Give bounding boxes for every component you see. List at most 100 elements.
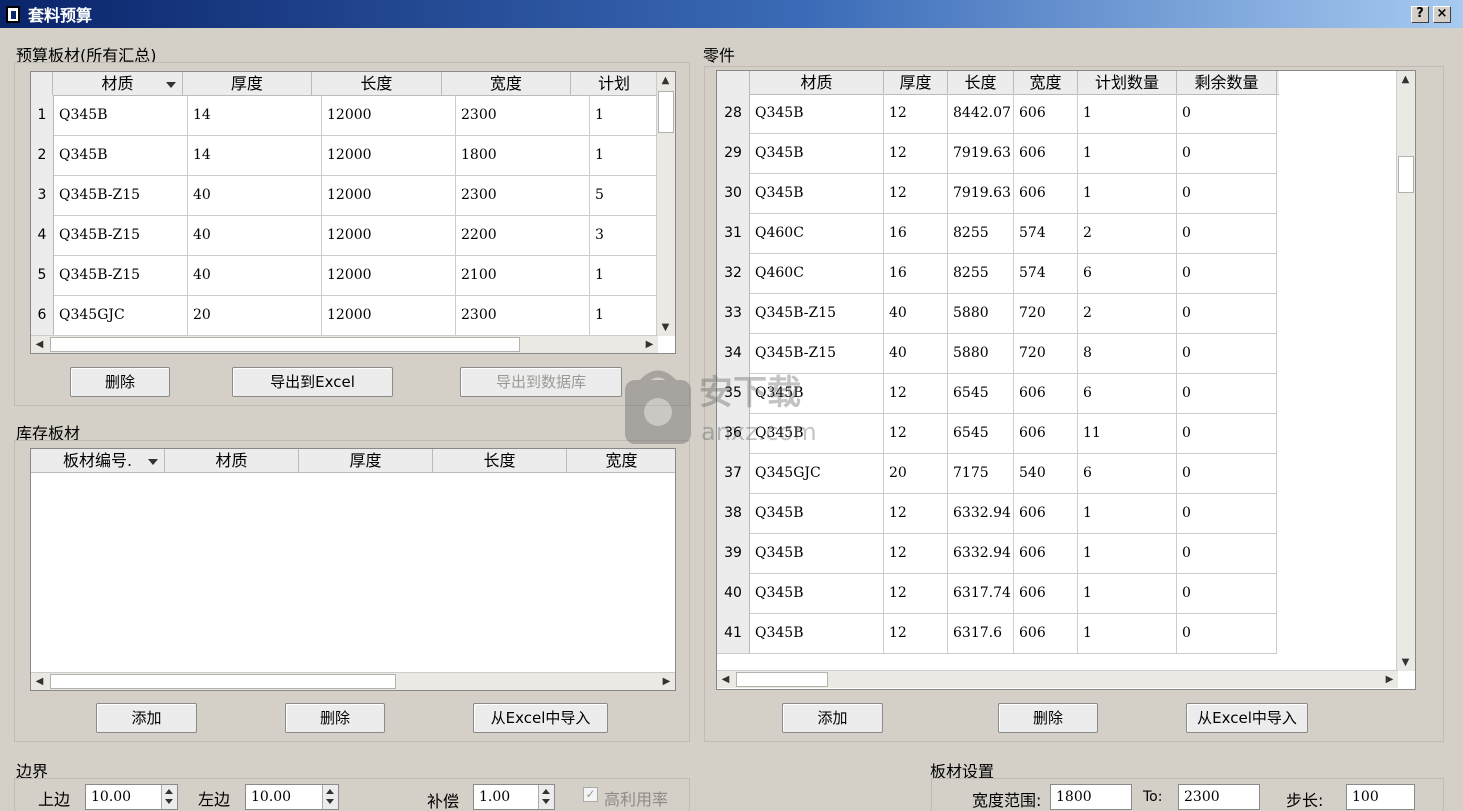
table-cell[interactable]: 0 [1177,133,1277,173]
table-row[interactable]: 33 Q345B-Z15 40 5880 720 2 0 [717,293,1277,334]
table-cell[interactable]: 1 [1078,493,1177,533]
table-cell[interactable]: Q345GJC [750,453,884,493]
comp-spinbox[interactable]: 1.00 [473,784,555,810]
table-row[interactable]: 5 Q345B-Z15 40 12000 2100 1 [31,255,675,296]
high-util-checkbox[interactable]: ✓ [583,787,598,802]
column-header[interactable]: 长度 [312,72,442,95]
table-cell[interactable]: Q345B [750,133,884,173]
column-header[interactable]: 剩余数量 [1177,71,1277,94]
table-cell[interactable]: Q345B-Z15 [54,175,188,215]
table-cell[interactable]: Q345B [750,93,884,133]
table-cell[interactable]: 0 [1177,293,1277,333]
table-cell[interactable]: 0 [1177,253,1277,293]
scroll-thumb[interactable] [50,337,520,352]
parts-vscroll[interactable]: ▲ ▼ [1396,71,1415,671]
table-cell[interactable]: 6317.6 [948,613,1014,653]
parts-add-button[interactable]: 添加 [782,703,883,733]
table-cell[interactable]: 606 [1014,573,1078,613]
table-row[interactable]: 28 Q345B 12 8442.07 606 1 0 [717,93,1277,134]
table-cell[interactable]: 40 [188,255,322,295]
column-header[interactable]: 厚度 [299,449,433,472]
table-cell[interactable]: 12000 [322,95,456,135]
table-cell[interactable]: 14 [188,95,322,135]
spin-buttons[interactable] [538,785,554,809]
column-header[interactable]: 计划数量 [1078,71,1177,94]
table-cell[interactable]: 606 [1014,533,1078,573]
table-cell[interactable]: 6545 [948,373,1014,413]
table-cell[interactable]: 40 [188,175,322,215]
table-row[interactable]: 32 Q460C 16 8255 574 6 0 [717,253,1277,294]
table-cell[interactable]: 7919.63 [948,133,1014,173]
scroll-right-arrow[interactable]: ▶ [641,336,658,353]
scroll-thumb[interactable] [736,672,828,687]
table-cell[interactable]: Q345B [54,95,188,135]
table-row[interactable]: 31 Q460C 16 8255 574 2 0 [717,213,1277,254]
step-input[interactable]: 100 [1346,784,1415,810]
table-row[interactable]: 6 Q345GJC 20 12000 2300 1 [31,295,675,336]
table-cell[interactable]: 6545 [948,413,1014,453]
table-cell[interactable]: 720 [1014,293,1078,333]
help-button[interactable]: ? [1411,6,1429,23]
table-cell[interactable]: 2 [1078,213,1177,253]
top-spinbox[interactable]: 10.00 [85,784,178,810]
table-cell[interactable]: 606 [1014,613,1078,653]
table-cell[interactable]: 16 [884,213,948,253]
table-cell[interactable]: Q345B [750,613,884,653]
table-cell[interactable]: 6332.94 [948,493,1014,533]
table-row[interactable]: 29 Q345B 12 7919.63 606 1 0 [717,133,1277,174]
table-cell[interactable]: Q345B [750,493,884,533]
table-cell[interactable]: 12 [884,413,948,453]
table-cell[interactable]: 20 [884,453,948,493]
table-cell[interactable]: 6 [1078,373,1177,413]
table-cell[interactable]: 574 [1014,253,1078,293]
budget-hscroll[interactable]: ◀ ▶ [31,335,658,353]
column-header[interactable]: 宽度 [567,449,675,472]
table-cell[interactable]: 606 [1014,173,1078,213]
table-cell[interactable]: 0 [1177,533,1277,573]
table-cell[interactable]: 2 [1078,293,1177,333]
table-cell[interactable]: 0 [1177,573,1277,613]
table-cell[interactable]: 40 [884,333,948,373]
table-cell[interactable]: Q345B [750,173,884,213]
column-header[interactable]: 厚度 [884,71,948,94]
table-cell[interactable]: 606 [1014,93,1078,133]
parts-delete-button[interactable]: 删除 [998,703,1098,733]
scroll-up-arrow[interactable]: ▲ [657,72,674,89]
table-cell[interactable]: 16 [884,253,948,293]
table-cell[interactable]: 8255 [948,213,1014,253]
table-row[interactable]: 38 Q345B 12 6332.94 606 1 0 [717,493,1277,534]
scroll-down-arrow[interactable]: ▼ [1397,654,1414,671]
column-header[interactable]: 厚度 [183,72,313,95]
scroll-right-arrow[interactable]: ▶ [658,673,675,690]
table-cell[interactable]: 606 [1014,133,1078,173]
table-cell[interactable]: 12000 [322,215,456,255]
table-cell[interactable]: 0 [1177,493,1277,533]
table-cell[interactable]: 1 [1078,173,1177,213]
budget-delete-button[interactable]: 删除 [70,367,170,397]
table-cell[interactable]: Q345B-Z15 [54,255,188,295]
table-cell[interactable]: 0 [1177,413,1277,453]
table-cell[interactable]: 606 [1014,373,1078,413]
width-from-input[interactable]: 1800 [1050,784,1132,810]
table-cell[interactable]: 574 [1014,213,1078,253]
table-cell[interactable]: 2100 [456,255,590,295]
table-row[interactable]: 37 Q345GJC 20 7175 540 6 0 [717,453,1277,494]
table-cell[interactable]: 2300 [456,175,590,215]
stock-import-button[interactable]: 从Excel中导入 [473,703,608,733]
table-cell[interactable]: 12000 [322,295,456,335]
scroll-left-arrow[interactable]: ◀ [717,671,734,688]
table-cell[interactable]: 0 [1177,373,1277,413]
table-cell[interactable]: 1 [1078,613,1177,653]
column-header[interactable]: 材质 [750,71,884,94]
table-row[interactable]: 41 Q345B 12 6317.6 606 1 0 [717,613,1277,654]
table-row[interactable]: 1 Q345B 14 12000 2300 1 [31,95,675,136]
table-row[interactable]: 30 Q345B 12 7919.63 606 1 0 [717,173,1277,214]
table-cell[interactable]: 2300 [456,295,590,335]
scroll-right-arrow[interactable]: ▶ [1381,671,1398,688]
table-cell[interactable]: 12 [884,613,948,653]
table-cell[interactable]: 40 [884,293,948,333]
table-cell[interactable]: Q460C [750,253,884,293]
table-cell[interactable]: 12 [884,573,948,613]
table-cell[interactable]: Q345GJC [54,295,188,335]
table-cell[interactable]: 12 [884,533,948,573]
